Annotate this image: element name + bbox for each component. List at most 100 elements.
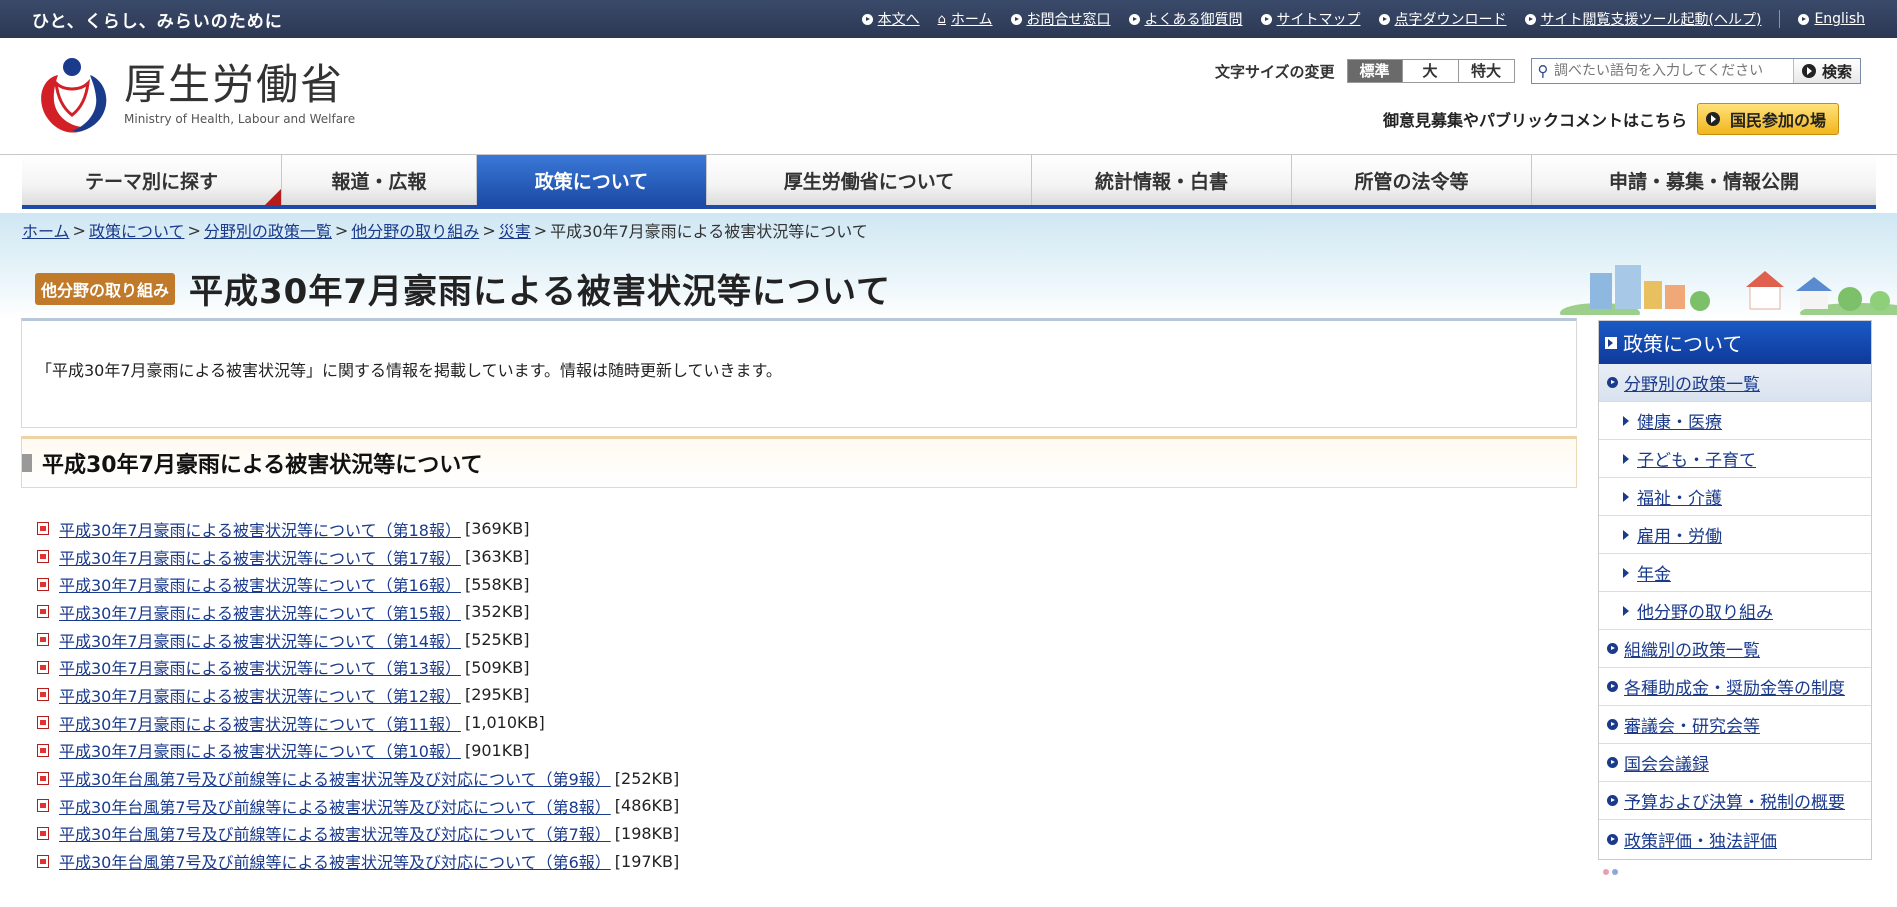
arrow-circle-icon [1607,681,1618,692]
sidebar-item-label[interactable]: 各種助成金・奨励金等の制度 [1624,674,1845,699]
breadcrumb-policy[interactable]: 政策について [89,218,185,242]
file-size: [509KB] [464,657,530,677]
sidebar-item-other-fields[interactable]: 他分野の取り組み [1599,592,1871,630]
breadcrumb-disaster[interactable]: 災害 [499,218,531,242]
nav-label: 厚生労働省について [783,170,955,193]
sidebar-item-councils[interactable]: 審議会・研究会等 [1599,706,1871,744]
file-size: [363KB] [464,547,530,567]
public-comment-text: 御意見募集やパブリックコメントはこちら [1383,111,1688,130]
nav-theme[interactable]: テーマ別に探す [22,155,282,205]
braille-download-link[interactable]: 点字ダウンロード [1378,9,1507,29]
report-link[interactable]: 平成30年台風第7号及び前線等による被害状況等及び対応について（第9報） [59,766,611,790]
nav-label: 統計情報・白書 [1094,170,1228,193]
pdf-icon [37,660,49,674]
sidebar-item-label[interactable]: 政策評価・独法評価 [1624,827,1777,852]
report-link[interactable]: 平成30年台風第7号及び前線等による被害状況等及び対応について（第8報） [59,794,611,818]
sidebar-item-grants[interactable]: 各種助成金・奨励金等の制度 [1599,668,1871,706]
site-logo[interactable]: 厚生労働省 Ministry of Health, Labour and Wel… [34,53,355,137]
report-link[interactable]: 平成30年7月豪雨による被害状況等について（第11報） [59,711,461,735]
sidebar-item-employment[interactable]: 雇用・労働 [1599,516,1871,554]
breadcrumb-field-policies[interactable]: 分野別の政策一覧 [204,218,332,242]
report-link[interactable]: 平成30年7月豪雨による被害状況等について（第12報） [59,683,461,707]
sidebar-item-label[interactable]: 雇用・労働 [1637,522,1722,547]
breadcrumb-other-fields[interactable]: 他分野の取り組み [351,218,479,242]
public-participation-button[interactable]: 国民参加の場 [1697,103,1840,135]
sidebar-item-budget[interactable]: 予算および決算・税制の概要 [1599,782,1871,820]
arrow-circle-icon [1607,795,1618,806]
sidebar-item-welfare[interactable]: 福祉・介護 [1599,478,1871,516]
sidebar-item-organization[interactable]: 組織別の政策一覧 [1599,630,1871,668]
link-label: ホーム [950,12,993,28]
nav-applications[interactable]: 申請・募集・情報公開 [1532,155,1876,205]
sidebar-item-evaluation[interactable]: 政策評価・独法評価 [1599,820,1871,858]
font-size-xlarge-button[interactable]: 特大 [1458,59,1515,83]
arrow-circle-icon [1010,13,1022,25]
sidebar-item-label[interactable]: 組織別の政策一覧 [1624,636,1760,661]
sitemap-link[interactable]: サイトマップ [1260,9,1361,29]
list-item: 平成30年7月豪雨による被害状況等について（第17報） [363KB] [37,543,679,571]
site-header: 厚生労働省 Ministry of Health, Labour and Wel… [0,38,1897,155]
sidebar-item-label[interactable]: 子ども・子育て [1637,446,1756,471]
font-size-large-button[interactable]: 大 [1402,59,1459,83]
accessibility-tool-link[interactable]: サイト閲覧支援ツール起動(ヘルプ) [1524,9,1761,29]
report-link[interactable]: 平成30年7月豪雨による被害状況等について（第18報） [59,517,461,541]
nav-statistics[interactable]: 統計情報・白書 [1032,155,1292,205]
sidebar-heading[interactable]: 政策について [1599,321,1871,364]
breadcrumb-current: 平成30年7月豪雨による被害状況等について [550,222,868,241]
utility-bar: ひと、くらし、みらいのために 本文へ ⌂ ホーム お問合せ窓口 よくある御質問 サ… [0,0,1897,38]
sidebar-item-label[interactable]: 国会会議録 [1624,750,1709,775]
sidebar-item-label[interactable]: 年金 [1637,560,1671,585]
report-link[interactable]: 平成30年7月豪雨による被害状況等について（第13報） [59,655,461,679]
report-link[interactable]: 平成30年7月豪雨による被害状況等について（第16報） [59,572,461,596]
report-link[interactable]: 平成30年7月豪雨による被害状況等について（第17報） [59,545,461,569]
arrow-circle-icon [1607,757,1618,768]
pdf-icon [37,771,49,785]
nav-laws[interactable]: 所管の法令等 [1292,155,1532,205]
breadcrumb: ホーム > 政策について > 分野別の政策一覧 > 他分野の取り組み > 災害 > 平成3… [22,218,868,242]
report-link[interactable]: 平成30年7月豪雨による被害状況等について（第15報） [59,600,461,624]
sidebar-item-label[interactable]: 健康・医療 [1637,408,1722,433]
sidebar-item-label[interactable]: 福祉・介護 [1637,484,1722,509]
sidebar-item-children[interactable]: 子ども・子育て [1599,440,1871,478]
sidebar-item-field-policies[interactable]: 分野別の政策一覧 [1599,364,1871,402]
pdf-icon [37,550,49,564]
breadcrumb-separator: > [72,220,86,240]
breadcrumb-separator: > [482,220,496,240]
nav-press[interactable]: 報道・広報 [282,155,477,205]
font-size-standard-button[interactable]: 標準 [1346,59,1403,83]
english-link[interactable]: English [1798,11,1865,27]
search-button[interactable]: 検索 [1792,59,1860,83]
nav-about[interactable]: 厚生労働省について [707,155,1032,205]
breadcrumb-home[interactable]: ホーム [22,218,70,242]
search-input[interactable] [1554,63,1793,79]
file-size: [295KB] [464,685,530,705]
report-link[interactable]: 平成30年台風第7号及び前線等による被害状況等及び対応について（第6報） [59,849,611,873]
report-link[interactable]: 平成30年7月豪雨による被害状況等について（第14報） [59,628,461,652]
sidebar-item-pension[interactable]: 年金 [1599,554,1871,592]
contact-link[interactable]: お問合せ窓口 [1010,9,1111,29]
sidebar: 政策について 分野別の政策一覧 健康・医療 子ども・子育て 福祉・介護 雇用・労… [1598,320,1872,875]
file-size: [901KB] [464,740,530,760]
sidebar-item-health[interactable]: 健康・医療 [1599,402,1871,440]
triangle-right-icon [1623,529,1629,540]
pdf-icon [37,605,49,619]
pdf-icon [37,826,49,840]
file-size: [558KB] [464,574,530,594]
font-size-label: 文字サイズの変更 [1215,62,1335,81]
sidebar-item-label[interactable]: 分野別の政策一覧 [1624,370,1760,395]
file-size: [525KB] [464,630,530,650]
report-link[interactable]: 平成30年台風第7号及び前線等による被害状況等及び対応について（第7報） [59,821,611,845]
public-comment: 御意見募集やパブリックコメントはこちら 国民参加の場 [1383,103,1840,135]
sidebar-item-diet-records[interactable]: 国会会議録 [1599,744,1871,782]
sidebar-pager-dots [1603,869,1618,875]
home-link[interactable]: ⌂ ホーム [938,9,993,29]
nav-label: 報道・広報 [331,170,427,193]
sidebar-item-label[interactable]: 予算および決算・税制の概要 [1624,788,1845,813]
report-link[interactable]: 平成30年7月豪雨による被害状況等について（第10報） [59,738,461,762]
pdf-icon [37,799,49,813]
nav-policy[interactable]: 政策について [477,155,707,205]
skip-to-content-link[interactable]: 本文へ [861,9,920,29]
sidebar-item-label[interactable]: 審議会・研究会等 [1624,712,1760,737]
sidebar-item-label[interactable]: 他分野の取り組み [1637,598,1773,623]
faq-link[interactable]: よくある御質問 [1128,9,1243,29]
